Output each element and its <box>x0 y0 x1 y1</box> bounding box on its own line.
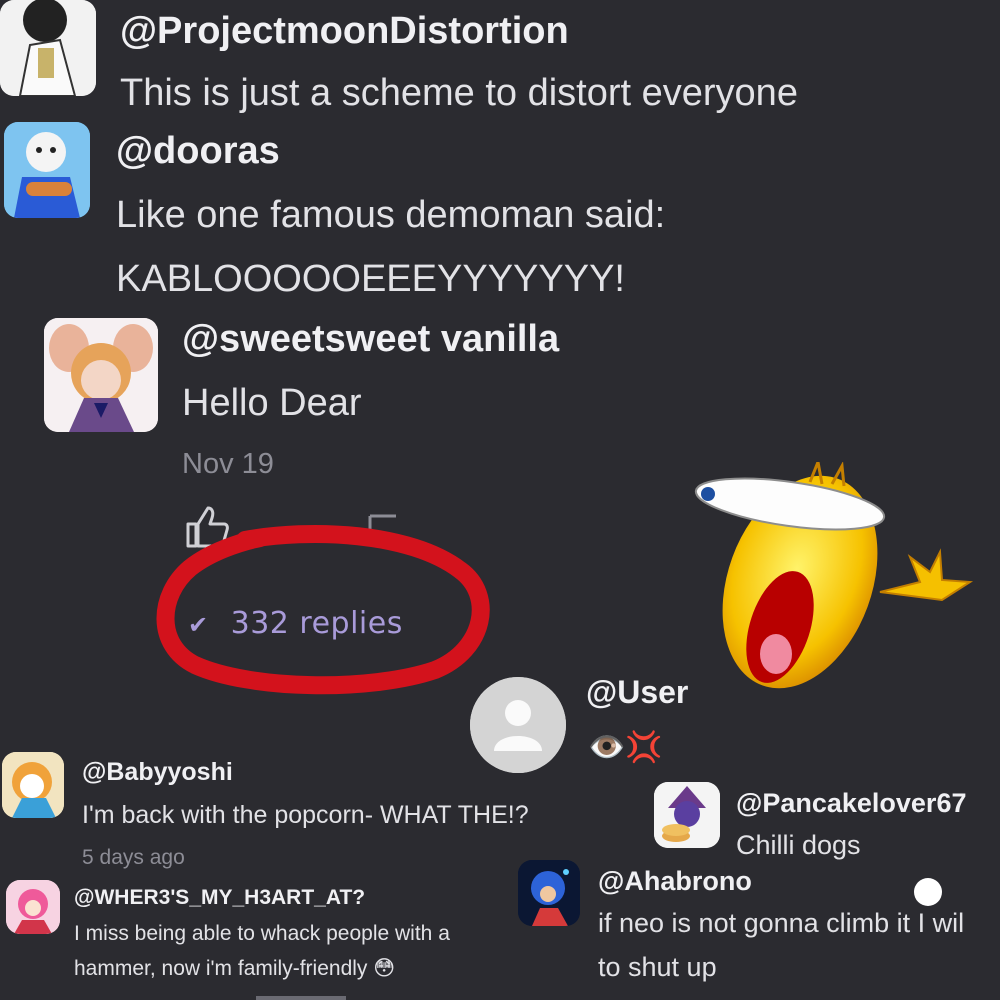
avatar-wher3s-my-h3art-at[interactable] <box>6 880 60 934</box>
chevron-down-icon: ✔ <box>188 611 209 639</box>
avatar-art <box>654 782 720 848</box>
comment-text-line: hammer, now i'm family-friendly 😳 <box>74 957 396 980</box>
comment-text-line: I miss being able to whack people with a <box>74 922 450 945</box>
person-icon <box>470 677 566 773</box>
avatar-projectmoondistortion[interactable] <box>0 0 96 96</box>
avatar-pancakelover67[interactable] <box>654 782 720 848</box>
reaction-emojis: 👁️💢 <box>588 731 663 764</box>
comment-text-line: Like one famous demoman said: <box>116 194 666 236</box>
bottom-divider <box>256 996 346 1000</box>
comment-text-line: if neo is not gonna climb it I wil <box>598 908 965 938</box>
comment-text: Chilli dogs <box>736 830 861 860</box>
avatar-art <box>2 752 64 818</box>
avatar-art <box>518 860 580 926</box>
avatar-babyyoshi[interactable] <box>2 752 64 818</box>
avatar-user-placeholder[interactable] <box>470 677 566 773</box>
comment-handle[interactable]: @sweetsweet vanilla <box>182 318 559 361</box>
avatar-dooras[interactable] <box>4 122 90 218</box>
avatar-art <box>44 318 158 432</box>
comment-text: I'm back with the popcorn- WHAT THE!? <box>82 801 529 829</box>
avatar-art <box>6 880 60 934</box>
user-handle[interactable]: @User <box>586 674 688 711</box>
avatar-art <box>0 0 96 96</box>
comment-handle[interactable]: @WHER3'S_MY_H3ART_AT? <box>74 886 365 910</box>
red-circle-annotation <box>156 524 490 695</box>
comment-text-line: to shut up <box>598 952 717 982</box>
comment-text-line: KABLOOOOOEEEYYYYYYY! <box>116 258 625 300</box>
comment-handle[interactable]: @Babyyoshi <box>82 758 233 787</box>
screaming-face-sticker <box>694 462 974 689</box>
avatar-art <box>4 122 90 218</box>
comment-handle[interactable]: @Ahabrono <box>598 866 752 897</box>
comment-date: 5 days ago <box>82 846 185 869</box>
avatar-sweetsweet-vanilla[interactable] <box>44 318 158 432</box>
comment-text: Hello Dear <box>182 382 362 424</box>
comment-handle[interactable]: @dooras <box>116 130 280 173</box>
comment-handle[interactable]: @Pancakelover67 <box>736 788 966 819</box>
avatar-ahabrono[interactable] <box>518 860 580 926</box>
replies-toggle[interactable]: ✔ 332 replies <box>188 606 403 641</box>
white-dot <box>914 878 942 906</box>
comment-handle[interactable]: @ProjectmoonDistortion <box>120 10 569 53</box>
replies-count: 332 replies <box>230 606 403 641</box>
comment-date: Nov 19 <box>182 448 274 480</box>
comment-text: This is just a scheme to distort everyon… <box>120 72 798 114</box>
